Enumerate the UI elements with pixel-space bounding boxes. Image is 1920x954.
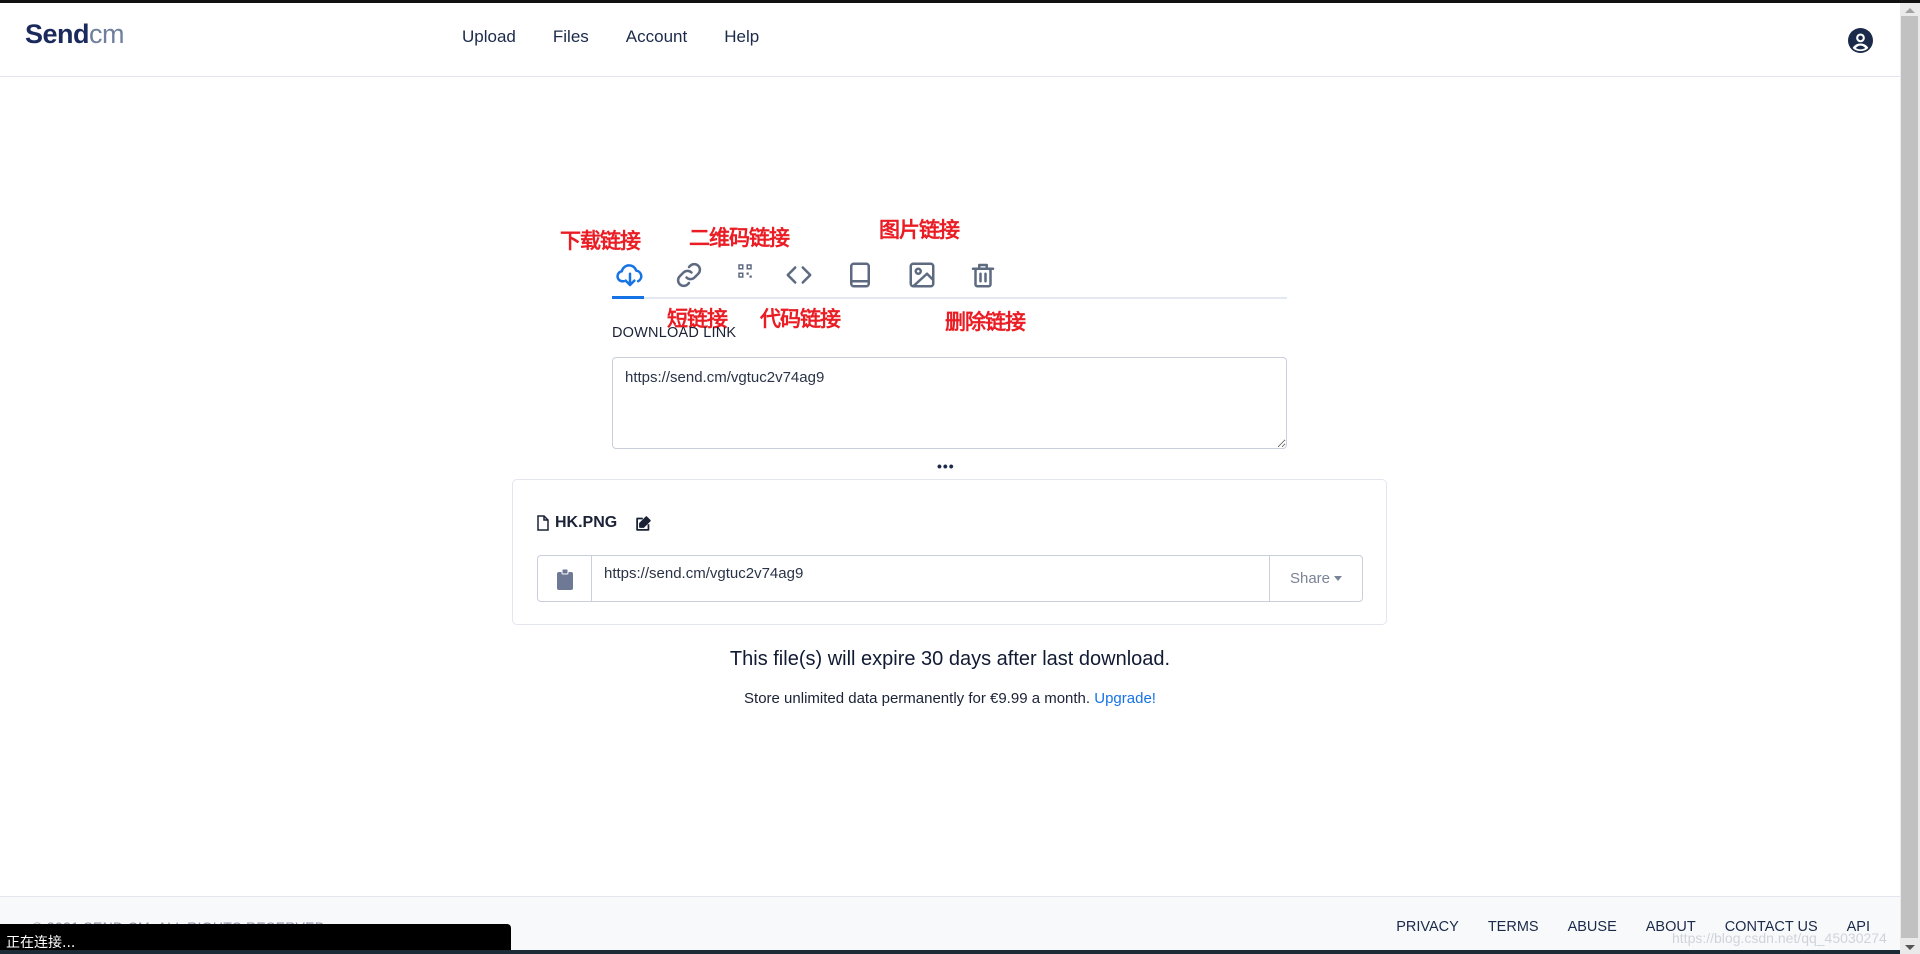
watermark: https://blog.csdn.net/qq_45030274 xyxy=(1672,930,1887,946)
scrollbar-thumb[interactable] xyxy=(1901,16,1918,938)
footer-link-privacy[interactable]: PRIVACY xyxy=(1396,919,1459,935)
trash-icon xyxy=(971,263,995,288)
annotation-qr: 二维码链接 xyxy=(689,226,790,250)
download-link-textarea[interactable]: https://send.cm/vgtuc2v74ag9 xyxy=(612,357,1287,449)
clipboard-icon xyxy=(556,568,573,590)
share-url-input[interactable]: https://send.cm/vgtuc2v74ag9 xyxy=(592,556,1269,601)
code-icon xyxy=(786,266,812,284)
link-type-tabs xyxy=(612,253,1287,299)
expire-notice: This file(s) will expire 30 days after l… xyxy=(729,648,1171,670)
tab-image-link[interactable] xyxy=(904,253,940,297)
tab-download-link[interactable] xyxy=(612,253,648,299)
logo[interactable]: Sendcm xyxy=(25,19,125,50)
share-label: Share xyxy=(1289,570,1331,587)
tab-qr-code[interactable] xyxy=(727,253,763,297)
upgrade-notice: Store unlimited data permanently for €9.… xyxy=(0,690,1900,707)
file-title: HK.PNG xyxy=(537,514,652,532)
nav-upload[interactable]: Upload xyxy=(462,27,516,47)
upgrade-link[interactable]: Upgrade! xyxy=(1094,690,1156,707)
file-card: HK.PNG https://send.cm/vgtuc2v74ag9 Shar… xyxy=(512,479,1387,625)
header: Sendcm Upload Files Account Help xyxy=(0,3,1900,77)
main-nav: Upload Files Account Help xyxy=(462,27,796,47)
book-icon xyxy=(850,262,870,288)
footer-link-abuse[interactable]: ABUSE xyxy=(1568,919,1617,935)
nav-help[interactable]: Help xyxy=(724,27,759,47)
annotation-delete: 删除链接 xyxy=(945,310,1026,334)
share-url-group: https://send.cm/vgtuc2v74ag9 Share xyxy=(537,555,1363,602)
edit-icon[interactable] xyxy=(635,515,652,532)
logo-light: cm xyxy=(89,19,125,49)
annotation-download: 下载链接 xyxy=(560,229,641,253)
footer-link-terms[interactable]: TERMS xyxy=(1488,919,1539,935)
tab-delete-link[interactable] xyxy=(965,253,1001,297)
taskbar-edge xyxy=(0,950,1920,954)
file-icon xyxy=(537,515,549,531)
file-name: HK.PNG xyxy=(555,514,618,531)
nav-files[interactable]: Files xyxy=(553,27,589,47)
tab-bbcode[interactable] xyxy=(842,253,878,297)
annotation-code: 代码链接 xyxy=(760,307,841,331)
logo-bold: Send xyxy=(25,19,90,49)
annotation-image: 图片链接 xyxy=(879,218,960,242)
more-options-button[interactable]: ••• xyxy=(937,458,955,474)
copy-button[interactable] xyxy=(538,556,592,601)
page: Sendcm Upload Files Account Help 下载链接 二维… xyxy=(0,3,1900,954)
vertical-scrollbar[interactable] xyxy=(1900,3,1920,954)
tab-short-link[interactable] xyxy=(671,253,707,297)
link-icon xyxy=(676,262,702,288)
tab-embed-code[interactable] xyxy=(781,253,817,297)
user-circle-icon[interactable] xyxy=(1848,28,1873,53)
scroll-up-arrow-icon[interactable] xyxy=(1905,8,1915,13)
caret-down-icon xyxy=(1334,576,1343,581)
section-label: DOWNLOAD LINK xyxy=(612,325,737,341)
scroll-down-arrow-icon[interactable] xyxy=(1905,945,1915,950)
qr-code-icon xyxy=(738,264,752,278)
upgrade-text: Store unlimited data permanently for €9.… xyxy=(744,690,1091,707)
image-icon xyxy=(909,262,935,288)
nav-account[interactable]: Account xyxy=(626,27,687,47)
cloud-download-icon xyxy=(616,264,643,287)
share-dropdown[interactable]: Share xyxy=(1269,556,1362,601)
